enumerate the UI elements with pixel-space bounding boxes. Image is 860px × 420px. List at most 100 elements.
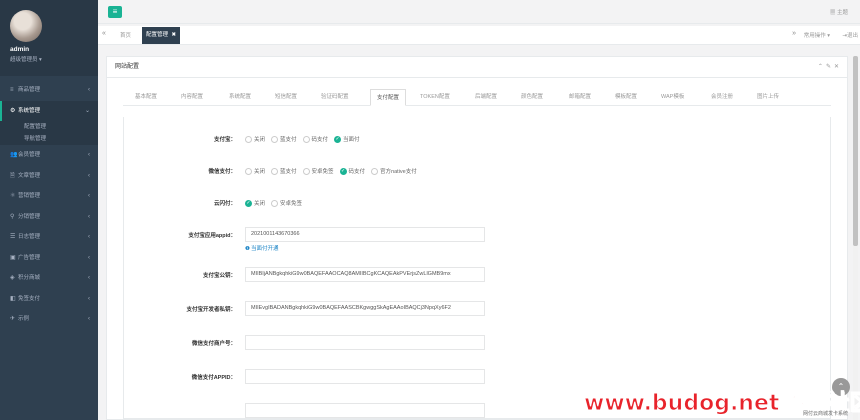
chevron-left-icon: ‹ [88, 193, 90, 199]
collapse-icon[interactable]: ⌃ [818, 64, 823, 70]
check-icon: ✓ [245, 199, 252, 207]
yunshanfu-radio-group: ✓ 关闭 安卓免签 [245, 195, 308, 211]
facepay-open-link[interactable]: ❶当面付开通 [245, 244, 278, 252]
field-label: 微信支付APPID： [191, 375, 236, 381]
tab-basic[interactable]: 基本配置 [135, 89, 157, 106]
field-label: 微信支付商户号： [191, 341, 236, 347]
alipay-appid-row: 支付宝应用appid： 2021001143670366 ❶当面付开通 [124, 227, 832, 252]
alipay-option-facepay[interactable]: ✓ 当面付 [334, 135, 360, 143]
tab-captcha[interactable]: 验证码配置 [321, 89, 349, 106]
check-icon: ✓ [334, 135, 342, 143]
sidebar-item-goods[interactable]: ≡ 商品管理 ‹ [0, 80, 98, 101]
sidebar-item-members[interactable]: 👥会员管理 ‹ [0, 145, 98, 166]
sidebar-item-label: 示例 [18, 316, 30, 322]
chevron-left-icon: ‹ [88, 213, 90, 220]
tab-backend[interactable]: 后端配置 [475, 89, 497, 106]
wechat-row: 微信支付： 关闭 蓝支付 安卓免签 ✓ 码支付 官方native支付 [124, 163, 832, 179]
wechat-appid-input[interactable] [245, 369, 485, 384]
wechat-appid-row: 微信支付APPID： [124, 369, 832, 385]
radio-circle [245, 135, 252, 143]
field-label: 云闪付： [213, 201, 236, 207]
field-label: 支付宝： [213, 137, 236, 143]
close-icon[interactable]: ✕ [834, 64, 839, 70]
common-ops-dropdown[interactable]: 常用操作 ▾ [804, 31, 830, 39]
tab-label: 配置管理 [146, 32, 169, 38]
admin-role-dropdown[interactable]: 超级管理员 ▾ [10, 55, 98, 63]
alipay-option-lan[interactable]: 蓝支付 [271, 135, 297, 143]
tab-system[interactable]: 系统配置 [229, 89, 251, 106]
list-icon: ≡ [10, 87, 14, 93]
radio-circle [245, 167, 252, 175]
wechat-radio-group: 关闭 蓝支付 安卓免签 ✓ 码支付 官方native支付 [245, 163, 423, 179]
sidebar-item-points-mall[interactable]: ◈ 积分商城 ‹ [0, 268, 98, 289]
panel-tools: ⌃ ✎ ✕ [815, 57, 839, 78]
sidebar-item-marketing[interactable]: ⚛ 营销管理 ‹ [0, 186, 98, 207]
yunshanfu-row: 云闪付： ✓ 关闭 安卓免签 [124, 195, 832, 211]
sidebar-item-label: 营销管理 [18, 193, 41, 199]
next-field-input[interactable] [245, 403, 485, 418]
profile-block: admin 超级管理员 ▾ [0, 0, 98, 76]
sidebar-item-label: 广告管理 [18, 254, 41, 261]
wechat-mchid-input[interactable] [245, 335, 485, 350]
scrollbar-thumb[interactable] [853, 56, 858, 246]
wechat-option-code[interactable]: ✓ 码支付 [339, 167, 365, 175]
sidebar-item-label: 分销管理 [18, 213, 41, 220]
tab-template[interactable]: 模板配置 [615, 89, 637, 106]
tab-config-manage[interactable]: 配置管理 ✖ [142, 27, 181, 44]
info-icon: ❶ [245, 246, 250, 252]
chevron-left-icon: ‹ [88, 316, 90, 322]
sidebar-subitem-config[interactable]: 配置管理 [0, 121, 98, 133]
tab-wap-template[interactable]: WAP模板 [661, 89, 684, 106]
sidebar-item-ads[interactable]: ▣ 广告管理 ‹ [0, 248, 98, 269]
radio-circle [271, 167, 279, 175]
tab-member-register[interactable]: 会员注册 [711, 89, 733, 106]
alipay-privkey-input[interactable]: MIIEvgIBADANBgkqhkiG9w0BAQEFAASCBKgwggSk… [245, 301, 485, 316]
chevron-left-icon: ‹ [88, 275, 90, 281]
tab-sms[interactable]: 短信配置 [275, 89, 297, 106]
tab-color[interactable]: 颜色配置 [521, 89, 543, 106]
chevron-left-icon: ‹ [88, 152, 90, 158]
avatar[interactable] [10, 10, 42, 42]
sidebar-item-label: 积分商城 [18, 275, 41, 281]
tab-token[interactable]: TOKEN配置 [420, 89, 450, 106]
sidebar-item-examples[interactable]: ✈ 示例 ‹ [0, 309, 98, 330]
tabs-scroll-right-button[interactable]: » [792, 30, 796, 37]
sidebar-item-distribution[interactable]: ⚲ 分销管理 ‹ [0, 207, 98, 228]
sidebar-subitem-nav[interactable]: 导航管理 [0, 133, 98, 145]
menu-toggle-button[interactable]: ≡ [108, 6, 122, 18]
tabs-scroll-left-button[interactable]: « [102, 30, 106, 37]
sidebar-item-label: 文章管理 [18, 172, 41, 179]
tab-payment[interactable]: 支付配置 [370, 89, 407, 106]
alipay-option-code[interactable]: 码支付 [302, 135, 328, 143]
tab-home[interactable]: 首页 [120, 31, 131, 39]
alipay-pubkey-row: 支付宝公钥： MIIBIjANBgkqhkiG9w0BAQEFAAOCAQ8AM… [124, 267, 832, 283]
gear-icon: ⚙ [10, 107, 16, 114]
wrench-icon[interactable]: ✎ [826, 64, 831, 70]
yunshanfu-option-android[interactable]: 安卓免签 [271, 199, 302, 207]
wechat-option-off[interactable]: 关闭 [245, 167, 265, 175]
sidebar-item-free-pay[interactable]: ◧ 免签支付 ‹ [0, 289, 98, 310]
radio-circle [302, 135, 310, 143]
page-scrollbar[interactable] [853, 56, 858, 420]
wechat-option-native[interactable]: 官方native支付 [371, 167, 417, 175]
sidebar-item-label: 会员管理 [18, 152, 41, 158]
users-icon: 👥 [10, 152, 18, 158]
alipay-appid-input[interactable]: 2021001143670366 [245, 227, 485, 242]
sidebar-item-logs[interactable]: ☰ 日志管理 ‹ [0, 227, 98, 248]
tab-email[interactable]: 邮箱配置 [569, 89, 591, 106]
yunshanfu-option-off[interactable]: ✓ 关闭 [245, 199, 265, 207]
logout-button[interactable]: ⇥退出 [842, 31, 858, 39]
tab-content[interactable]: 内容配置 [181, 89, 203, 106]
chevron-left-icon: ‹ [88, 87, 90, 93]
wechat-option-lan[interactable]: 蓝支付 [271, 167, 297, 175]
alipay-row: 支付宝： 关闭 蓝支付 码支付 ✓ 当面付 [124, 131, 832, 147]
alipay-pubkey-input[interactable]: MIIBIjANBgkqhkiG9w0BAQEFAAOCAQ8AMIIBCgKC… [245, 267, 485, 282]
close-icon[interactable]: ✖ [172, 32, 177, 38]
wechat-option-android[interactable]: 安卓免签 [302, 167, 334, 175]
theme-button[interactable]: ▦ 主题 [830, 8, 848, 16]
sidebar-item-articles[interactable]: 🗎 文章管理 ‹ [0, 166, 98, 187]
tab-image-upload[interactable]: 图片上传 [757, 89, 779, 106]
field-label: 支付宝公钥： [202, 273, 236, 279]
alipay-option-off[interactable]: 关闭 [245, 135, 265, 143]
sidebar-item-system[interactable]: ⚙ 系统管理 ⌄ [0, 100, 98, 121]
